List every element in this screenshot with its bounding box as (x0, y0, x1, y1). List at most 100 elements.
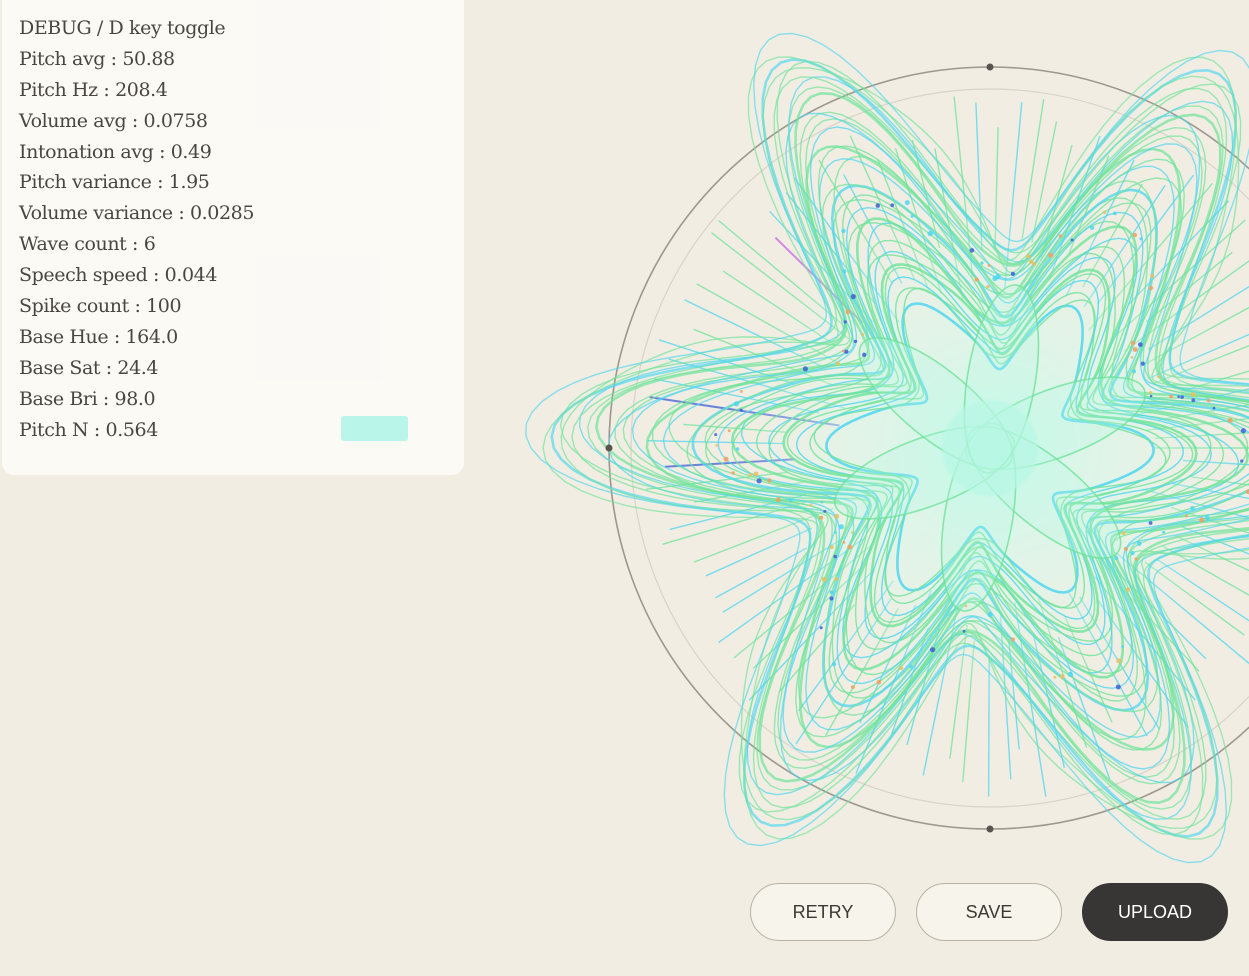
accent-dot (1138, 342, 1143, 347)
accent-dot (930, 647, 936, 653)
accent-dot (1048, 252, 1054, 258)
accent-dot (731, 471, 735, 475)
debug-wave-count: Wave count : 6 (19, 233, 156, 256)
accent-dot (1113, 211, 1117, 216)
accent-dot (875, 203, 881, 208)
accent-dot (1190, 506, 1195, 511)
accent-dot (1130, 356, 1134, 359)
accent-dot (842, 269, 847, 274)
accent-dot (802, 366, 809, 372)
debug-speech-speed: Speech speed : 0.044 (19, 264, 218, 287)
accent-dot (1132, 369, 1136, 374)
accent-dot (823, 509, 827, 513)
accent-dot (739, 390, 743, 393)
accent-dot (1125, 587, 1131, 592)
accent-dot (1103, 210, 1107, 214)
accent-dot (851, 685, 855, 690)
debug-pitch-avg: Pitch avg : 50.88 (19, 47, 175, 70)
accent-dot (1053, 675, 1057, 679)
accent-dot (1199, 517, 1205, 523)
accent-dot (1121, 645, 1125, 649)
accent-dot (876, 679, 882, 685)
accent-dot (1148, 391, 1152, 394)
accent-dot (909, 664, 913, 669)
accent-dot (1134, 557, 1138, 561)
accent-dot (862, 352, 867, 357)
accent-dot (1058, 234, 1063, 238)
accent-dot (789, 498, 793, 503)
accent-dot (748, 473, 753, 477)
debug-volume-variance: Volume variance : 0.0285 (19, 202, 255, 225)
debug-base-hue: Base Hue : 164.0 (19, 325, 178, 348)
ring-marker-left (605, 444, 613, 452)
accent-dot (735, 447, 740, 451)
accent-dot (1240, 459, 1244, 463)
accent-dot (1114, 556, 1119, 561)
accent-dot (1227, 417, 1233, 423)
accent-dot (1212, 406, 1216, 410)
accent-dot (838, 524, 844, 530)
accent-dot (974, 277, 979, 282)
accent-dot (1139, 237, 1143, 241)
accent-dot (1177, 395, 1180, 399)
accent-dot (1121, 531, 1126, 535)
accent-dot (1191, 398, 1196, 403)
accent-dot (962, 629, 966, 633)
accent-dot (845, 309, 851, 315)
accent-dot (1032, 262, 1037, 266)
accent-dot (833, 554, 837, 559)
accent-dot (1185, 514, 1188, 518)
accent-dot (1204, 515, 1210, 521)
retry-button[interactable]: RETRY (750, 883, 896, 941)
accent-dot (986, 284, 990, 289)
accent-dot (1132, 347, 1138, 352)
accent-dot (1130, 340, 1136, 346)
accent-dot (1067, 671, 1073, 678)
accent-dot (1206, 398, 1211, 403)
accent-dot (987, 612, 993, 618)
accent-dot (1070, 238, 1074, 242)
debug-base-sat: Base Sat : 24.4 (19, 356, 159, 379)
ring-marker-top (986, 63, 994, 71)
accent-dot (1149, 394, 1153, 398)
accent-dot (727, 429, 731, 433)
accent-dot (904, 200, 910, 206)
app-canvas: DEBUG / D key toggle Pitch avg : 50.88 P… (0, 0, 1249, 976)
accent-dot (969, 248, 975, 253)
accent-dot (850, 294, 856, 300)
accent-dot (1169, 394, 1174, 399)
accent-dot (861, 333, 865, 336)
accent-dot (819, 515, 824, 520)
accent-dot (1240, 428, 1246, 434)
debug-pitch-hz: Pitch Hz : 208.4 (19, 78, 168, 101)
accent-dot (851, 531, 854, 534)
accent-dot (714, 433, 718, 437)
accent-dot (834, 577, 839, 582)
accent-dot (964, 604, 968, 608)
accent-dot (1059, 674, 1065, 679)
accent-dot (927, 231, 933, 237)
accent-dot (843, 320, 847, 324)
accent-dot (980, 261, 984, 265)
accent-dot (723, 456, 729, 462)
save-button[interactable]: SAVE (916, 883, 1062, 941)
accent-dot (821, 576, 827, 582)
accent-dot (1157, 375, 1161, 379)
accent-dot (1116, 658, 1122, 664)
accent-dot (890, 203, 895, 208)
debug-base-bri: Base Bri : 98.0 (19, 387, 156, 410)
accent-dot (775, 497, 781, 503)
upload-button[interactable]: UPLOAD (1082, 883, 1228, 941)
debug-title: DEBUG / D key toggle (19, 17, 226, 39)
accent-dot (831, 661, 837, 667)
accent-dot (1026, 254, 1031, 259)
accent-dot (1010, 271, 1016, 276)
accent-dot (1140, 361, 1145, 366)
accent-dot (835, 361, 840, 366)
accent-dot (1115, 684, 1121, 690)
accent-dot (1150, 273, 1155, 278)
accent-dot (1136, 541, 1142, 546)
accent-dot (819, 626, 823, 630)
accent-dot (853, 339, 858, 344)
accent-dot (1190, 392, 1196, 398)
